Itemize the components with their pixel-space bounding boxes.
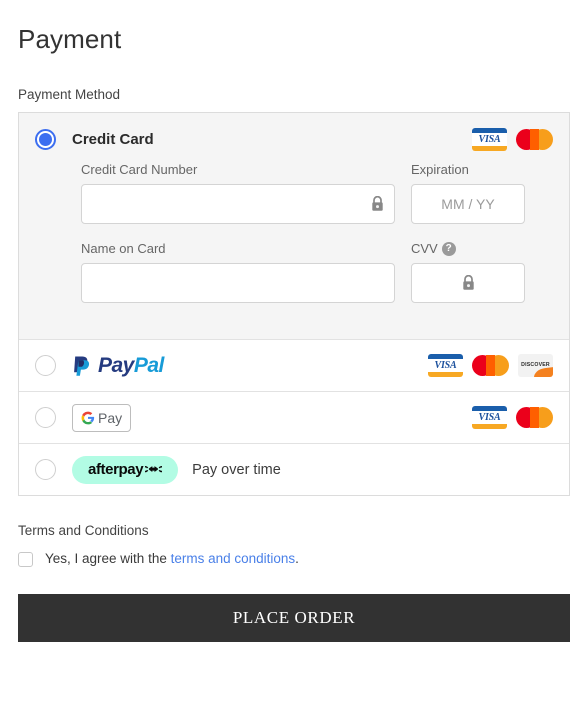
page-title: Payment <box>18 24 122 54</box>
terms-text: Yes, I agree with the terms and conditio… <box>45 550 299 568</box>
terms-text-before: Yes, I agree with the <box>45 551 171 566</box>
cvv-input[interactable] <box>411 263 525 303</box>
terms-and-conditions-link[interactable]: terms and conditions <box>171 551 296 566</box>
google-g-icon <box>81 411 95 424</box>
paypal-wordmark: PayPal <box>98 354 164 378</box>
terms-text-after: . <box>295 551 299 566</box>
google-pay-label: Pay <box>98 409 123 426</box>
credit-card-header[interactable]: Credit Card VISA <box>19 113 569 161</box>
afterpay-tagline: Pay over time <box>192 461 281 478</box>
terms-row[interactable]: Yes, I agree with the terms and conditio… <box>18 550 570 568</box>
payment-method-label: Payment Method <box>18 87 121 102</box>
paypal-brand-logos: VISA DISCOVER <box>428 354 553 377</box>
discover-icon: DISCOVER <box>518 354 553 377</box>
paypal-mark-icon <box>74 356 90 376</box>
payment-method-paypal[interactable]: PayPal VISA DISCOVER <box>19 339 569 391</box>
card-fields-main-column: Credit Card Number Name on Card <box>35 161 395 319</box>
cvv-label: CVV ? <box>411 240 525 257</box>
help-icon[interactable]: ? <box>441 241 456 256</box>
payment-method-google-pay[interactable]: Pay VISA <box>19 391 569 443</box>
google-pay-brand-logos: VISA <box>472 406 553 429</box>
expiration-input[interactable] <box>411 184 525 224</box>
mastercard-icon <box>472 354 509 377</box>
radio-credit-card[interactable] <box>35 128 56 150</box>
visa-icon: VISA <box>428 354 463 377</box>
afterpay-wordmark: afterpay <box>88 461 144 478</box>
card-number-label: Credit Card Number <box>81 162 198 177</box>
terms-checkbox[interactable] <box>18 551 33 567</box>
credit-card-form: Credit Card Number Name on Card Expirati… <box>19 161 569 339</box>
radio-paypal[interactable] <box>35 355 56 376</box>
expiration-label: Expiration <box>411 162 469 177</box>
afterpay-mark-icon <box>145 465 163 472</box>
card-number-input[interactable] <box>81 184 395 224</box>
payment-methods-panel: Credit Card VISA Credit Card Number Name… <box>18 112 570 496</box>
cvv-wrap <box>411 263 525 303</box>
google-pay-logo: Pay <box>72 403 132 432</box>
card-number-wrap <box>81 184 395 224</box>
expiration-wrap <box>411 184 525 224</box>
credit-card-brand-logos: VISA <box>472 127 553 151</box>
mastercard-icon <box>516 128 553 151</box>
afterpay-logo: afterpay <box>72 455 179 484</box>
payment-page: Payment Payment Method Credit Card VISA <box>0 0 588 642</box>
name-on-card-wrap <box>81 263 395 303</box>
place-order-button[interactable]: PLACE ORDER <box>18 594 570 642</box>
card-fields-side-column: Expiration CVV ? <box>395 161 525 319</box>
visa-icon: VISA <box>472 406 507 429</box>
name-on-card-input[interactable] <box>81 263 395 303</box>
visa-icon: VISA <box>472 127 507 151</box>
terms-title: Terms and Conditions <box>18 523 149 538</box>
radio-google-pay[interactable] <box>35 407 56 428</box>
payment-method-credit-card[interactable]: Credit Card VISA Credit Card Number Name… <box>19 113 569 339</box>
credit-card-label: Credit Card <box>72 130 154 148</box>
radio-afterpay[interactable] <box>35 459 56 480</box>
paypal-logo: PayPal <box>72 354 164 378</box>
cvv-label-text: CVV <box>411 241 438 256</box>
mastercard-icon <box>516 406 553 429</box>
paypal-pal-text: Pal <box>133 353 165 377</box>
paypal-pay-text: Pay <box>98 353 134 377</box>
name-on-card-label: Name on Card <box>81 241 166 256</box>
payment-method-afterpay[interactable]: afterpay Pay over time <box>19 443 569 495</box>
